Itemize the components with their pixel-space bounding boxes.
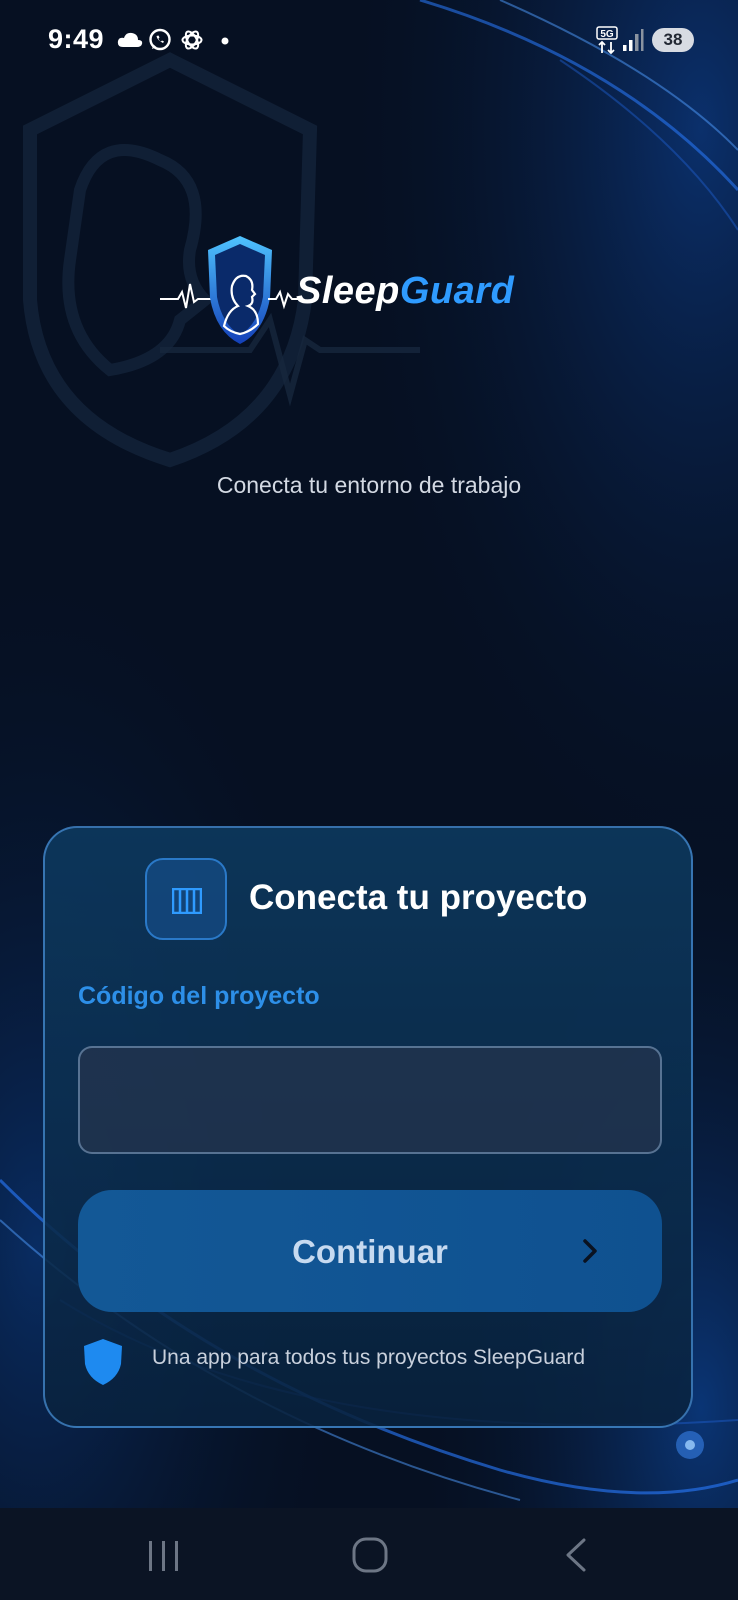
brand-name: SleepGuard: [296, 270, 514, 313]
connect-project-card: Conecta tu proyecto Código del proyecto …: [43, 826, 693, 1428]
recents-icon: [149, 1541, 178, 1571]
brand-name-part2: Guard: [399, 270, 515, 312]
recents-button[interactable]: [104, 1508, 224, 1600]
shield-icon: [84, 1339, 122, 1385]
card-title: Conecta tu proyecto: [249, 878, 588, 917]
project-code-input[interactable]: [78, 1046, 662, 1154]
continue-label: Continuar: [292, 1233, 448, 1270]
notification-dot-icon: [221, 37, 229, 45]
navigation-bar: [0, 1508, 738, 1600]
battery-indicator: 38: [652, 28, 694, 52]
whatsapp-icon: [149, 28, 171, 51]
signal-icon: [623, 29, 644, 51]
cloud-icon: [117, 32, 143, 47]
openai-icon: [181, 30, 203, 50]
home-button[interactable]: [310, 1508, 430, 1600]
project-grid-icon: [172, 888, 202, 914]
status-bar: 9:49 5G 38: [0, 0, 738, 80]
project-icon-box: [145, 858, 227, 940]
footer-text: Una app para todos tus proyectos SleepGu…: [152, 1346, 586, 1369]
tagline: Conecta tu entorno de trabajo: [216, 472, 522, 498]
status-time: 9:49: [48, 24, 105, 54]
network-5g-icon: 5G: [596, 26, 618, 54]
chevron-right-icon: [583, 1239, 597, 1263]
home-icon: [352, 1537, 388, 1573]
back-icon: [566, 1538, 586, 1572]
project-code-label: Código del proyecto: [78, 982, 320, 1010]
svg-text:5G: 5G: [600, 29, 614, 40]
continue-button[interactable]: Continuar: [78, 1190, 662, 1312]
brand-name-part1: Sleep: [296, 270, 400, 312]
back-button[interactable]: [518, 1508, 638, 1600]
